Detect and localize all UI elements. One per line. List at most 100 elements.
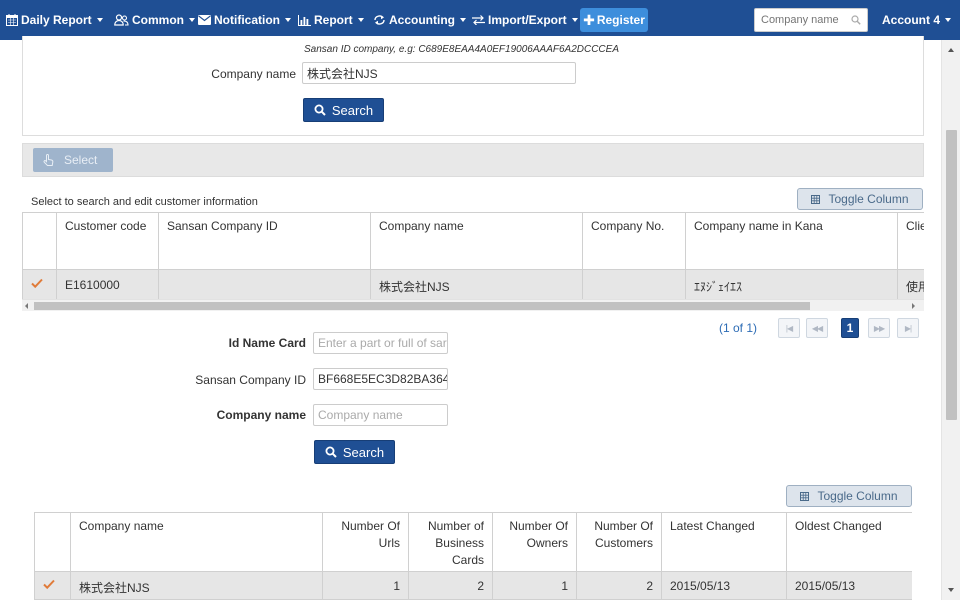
row-checkbox[interactable] — [23, 270, 57, 300]
page-vertical-scrollbar[interactable] — [941, 40, 960, 600]
nav-accounting[interactable]: Accounting — [373, 0, 466, 40]
sansan-id-hint: Sansan ID company, e.g: C689E8EAA4A0EF19… — [304, 44, 619, 55]
search-icon[interactable] — [851, 14, 861, 28]
grid2-header-latest-changed[interactable]: Latest Changed — [662, 512, 787, 572]
nav-report[interactable]: Report — [298, 0, 364, 40]
cell-oldest-changed: 2015/05/13 — [787, 572, 912, 600]
grid2-header-company-name[interactable]: Company name — [71, 512, 323, 572]
nav-import-export[interactable]: Import/Export — [472, 0, 578, 40]
grid-header-company-no[interactable]: Company No. — [583, 212, 686, 270]
cell-business-cards: 2 — [409, 572, 493, 600]
next-page-button[interactable]: ▶▶ — [868, 318, 890, 338]
grid2-header-cards-l3: Cards — [451, 553, 484, 567]
company-name-label: Company name — [211, 67, 296, 81]
cell-customer-code: E1610000 — [57, 270, 159, 300]
cell-company-name: 株式会社NJS — [71, 572, 323, 600]
grid2-header-latest-text: Latest Changed — [670, 519, 755, 533]
cell-company-name: 株式会社NJS — [371, 270, 583, 300]
pager-info: (1 of 1) — [719, 321, 758, 335]
grid2-header-business-cards[interactable]: Number of Business Cards — [409, 512, 493, 572]
company-search-box — [754, 8, 868, 32]
nav-notification-label: Notification — [214, 13, 280, 27]
cell-urls: 1 — [323, 572, 409, 600]
prev-page-button[interactable]: ◀◀ — [806, 318, 828, 338]
users-icon — [114, 14, 129, 26]
nav-report-label: Report — [314, 13, 353, 27]
page-scrollbar-thumb[interactable] — [946, 130, 957, 420]
grid2-header-customers-l2: Customers — [594, 536, 653, 550]
cell-latest-changed: 2015/05/13 — [662, 572, 787, 600]
grid-header-client[interactable]: Clie — [898, 212, 924, 270]
grid2-header-cards-l2: Business — [435, 536, 484, 550]
checkmark-icon — [31, 278, 43, 290]
toggle-column-label: Toggle Column — [828, 192, 909, 206]
company-summary-grid: Company name Number Of Urls Number of Bu… — [34, 512, 912, 600]
nav-import-export-label: Import/Export — [488, 13, 567, 27]
last-page-button[interactable]: ▶| — [897, 318, 919, 338]
mid-search-label: Search — [342, 444, 385, 460]
plus-icon: ✚ — [583, 12, 595, 28]
grid2-header-owners[interactable]: Number Of Owners — [493, 512, 577, 572]
grid-header-company-name[interactable]: Company name — [371, 212, 583, 270]
grid2-header-customers[interactable]: Number Of Customers — [577, 512, 662, 572]
mid-search-button[interactable]: Search — [314, 440, 395, 464]
scrollbar-thumb[interactable] — [34, 302, 810, 310]
account-label: Account 4 — [882, 13, 941, 27]
grid-icon — [800, 491, 810, 501]
swap-icon — [472, 15, 485, 25]
scroll-left-icon[interactable] — [25, 303, 28, 309]
calendar-icon — [6, 14, 18, 26]
first-page-button[interactable]: |◀ — [778, 318, 800, 338]
page-1-button[interactable]: 1 — [841, 318, 859, 338]
grid2-header-checkbox[interactable] — [35, 512, 71, 572]
company-search-input[interactable] — [755, 9, 845, 31]
scroll-right-icon[interactable] — [912, 303, 915, 309]
nav-notification[interactable]: Notification — [198, 0, 291, 40]
select-label: Select — [64, 153, 98, 167]
grid2-header-oldest-changed[interactable]: Oldest Changed — [787, 512, 912, 572]
scroll-down-icon[interactable] — [948, 588, 954, 592]
select-toolbar: Select — [22, 143, 924, 177]
grid2-header-urls-l1: Number Of — [341, 519, 400, 533]
nav-daily-report[interactable]: Daily Report — [6, 0, 103, 40]
cell-company-kana: ｴﾇｼﾞｪｲｴｽ — [686, 270, 898, 300]
grid2-header-urls[interactable]: Number Of Urls — [323, 512, 409, 572]
search-icon — [325, 446, 337, 458]
chevron-down-icon — [189, 18, 195, 22]
select-button[interactable]: Select — [33, 148, 113, 172]
mid-company-name-label: Company name — [216, 408, 306, 422]
account-menu[interactable]: Account 4 — [882, 0, 952, 40]
register-button[interactable]: ✚ Register — [580, 8, 648, 32]
grid2-header-customers-l1: Number Of — [594, 519, 653, 533]
row-checkbox[interactable] — [35, 572, 71, 600]
cell-owners: 1 — [493, 572, 577, 600]
sansan-company-id-field[interactable] — [313, 368, 448, 390]
grid-caption: Select to search and edit customer infor… — [31, 196, 258, 208]
grid2-header-company-name-text: Company name — [79, 519, 164, 533]
id-name-card-label: Id Name Card — [228, 336, 306, 350]
toggle-column-button-2[interactable]: Toggle Column — [786, 485, 912, 507]
grid-header-company-kana[interactable]: Company name in Kana — [686, 212, 898, 270]
customer-grid: Customer code Sansan Company ID Company … — [22, 212, 924, 300]
grid-header-checkbox[interactable] — [23, 212, 57, 270]
chevron-down-icon — [945, 18, 952, 22]
id-name-card-field[interactable] — [313, 332, 448, 354]
grid2-header-owners-l1: Number Of — [509, 519, 568, 533]
grid-header-customer-code[interactable]: Customer code — [57, 212, 159, 270]
mid-company-name-field[interactable] — [313, 404, 448, 426]
grid2-header-oldest-text: Oldest Changed — [795, 519, 882, 533]
nav-daily-report-label: Daily Report — [21, 13, 92, 27]
company-name-field[interactable] — [302, 62, 576, 84]
grid2-header-cards-l1: Number of — [427, 519, 484, 533]
chevron-down-icon — [571, 18, 578, 22]
scroll-up-icon[interactable] — [948, 48, 954, 52]
search-icon — [314, 104, 326, 116]
toggle-column-button[interactable]: Toggle Column — [797, 188, 923, 210]
exchange-icon — [373, 14, 386, 26]
chevron-down-icon — [285, 18, 291, 22]
top-search-button[interactable]: Search — [303, 98, 384, 122]
nav-common[interactable]: Common — [114, 0, 195, 40]
grid-header-sansan-id[interactable]: Sansan Company ID — [159, 212, 371, 270]
top-search-label: Search — [331, 102, 374, 118]
grid-horizontal-scrollbar[interactable] — [22, 299, 924, 311]
